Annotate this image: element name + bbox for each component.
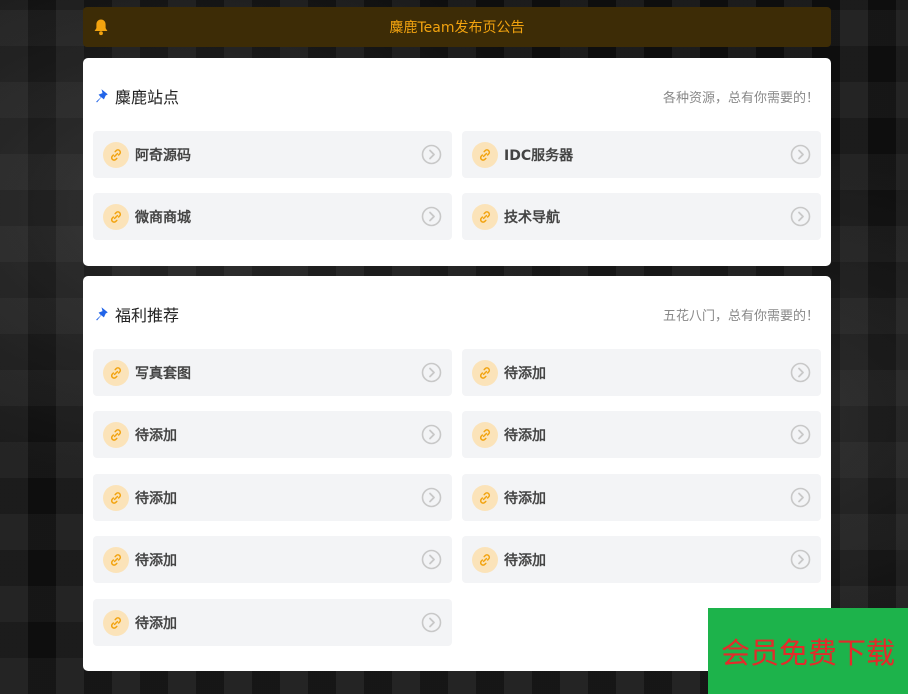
link-icon xyxy=(103,484,129,511)
chevron-right-circle-icon xyxy=(790,487,811,508)
panel-title-text: 福利推荐 xyxy=(115,306,180,325)
link-label: IDC服务器 xyxy=(504,147,574,164)
chevron-right-circle-icon xyxy=(790,206,811,227)
link-icon xyxy=(103,546,129,573)
chevron-right-circle-icon xyxy=(421,206,442,227)
link-label: 微商商城 xyxy=(135,209,191,226)
chevron-right-circle-icon xyxy=(790,362,811,383)
link-label: 待添加 xyxy=(135,615,177,632)
link-item[interactable]: 待添加 xyxy=(93,474,452,521)
chevron-right-circle-icon xyxy=(421,612,442,633)
panel-subtitle: 五花八门，总有你需要的！ xyxy=(662,308,819,324)
link-item[interactable]: 待添加 xyxy=(462,474,821,521)
link-item[interactable]: 待添加 xyxy=(462,536,821,583)
link-label: 待添加 xyxy=(504,552,546,569)
link-label: 待添加 xyxy=(135,552,177,569)
link-item[interactable]: 待添加 xyxy=(93,599,452,646)
link-item[interactable]: IDC服务器 xyxy=(462,131,821,178)
bell-icon xyxy=(94,19,108,36)
link-item[interactable]: 微商商城 xyxy=(93,193,452,240)
link-icon xyxy=(103,609,129,636)
chevron-right-circle-icon xyxy=(790,424,811,445)
chevron-right-circle-icon xyxy=(790,549,811,570)
link-item[interactable]: 技术导航 xyxy=(462,193,821,240)
link-icon xyxy=(103,203,129,230)
link-item[interactable]: 待添加 xyxy=(462,411,821,458)
pin-icon xyxy=(96,89,108,103)
link-icon xyxy=(472,141,498,168)
chevron-right-circle-icon xyxy=(421,549,442,570)
link-item[interactable]: 待添加 xyxy=(93,536,452,583)
chevron-right-circle-icon xyxy=(421,362,442,383)
link-label: 待添加 xyxy=(504,427,546,444)
link-item[interactable]: 待添加 xyxy=(93,411,452,458)
link-icon xyxy=(472,484,498,511)
link-icon xyxy=(103,421,129,448)
link-label: 待添加 xyxy=(135,490,177,507)
free-download-button[interactable]: 会员免费下载 xyxy=(708,608,908,694)
panel-subtitle: 各种资源，总有你需要的！ xyxy=(662,90,819,106)
pin-icon xyxy=(96,307,108,321)
panel-title-text: 麋鹿站点 xyxy=(115,88,180,107)
panel-header: 麋鹿站点 各种资源，总有你需要的！ xyxy=(95,84,819,108)
link-icon xyxy=(103,141,129,168)
chevron-right-circle-icon xyxy=(421,487,442,508)
announcement-bar[interactable]: 麋鹿Team发布页公告 xyxy=(83,7,831,47)
chevron-right-circle-icon xyxy=(421,424,442,445)
link-item[interactable]: 阿奇源码 xyxy=(93,131,452,178)
link-label: 技术导航 xyxy=(504,209,560,226)
link-label: 待添加 xyxy=(135,427,177,444)
link-label: 待添加 xyxy=(504,365,546,382)
panel-title: 麋鹿站点 xyxy=(95,84,179,108)
chevron-right-circle-icon xyxy=(790,144,811,165)
link-label: 待添加 xyxy=(504,490,546,507)
link-icon xyxy=(103,359,129,386)
panel-header: 福利推荐 五花八门，总有你需要的！ xyxy=(95,302,819,326)
link-icon xyxy=(472,546,498,573)
link-item[interactable]: 写真套图 xyxy=(93,349,452,396)
link-item[interactable]: 待添加 xyxy=(462,349,821,396)
link-label: 写真套图 xyxy=(135,365,191,382)
chevron-right-circle-icon xyxy=(421,144,442,165)
link-icon xyxy=(472,359,498,386)
panel-title: 福利推荐 xyxy=(95,302,179,326)
link-icon xyxy=(472,421,498,448)
announcement-text: 麋鹿Team发布页公告 xyxy=(389,20,525,36)
link-label: 阿奇源码 xyxy=(135,147,191,164)
link-icon xyxy=(472,203,498,230)
